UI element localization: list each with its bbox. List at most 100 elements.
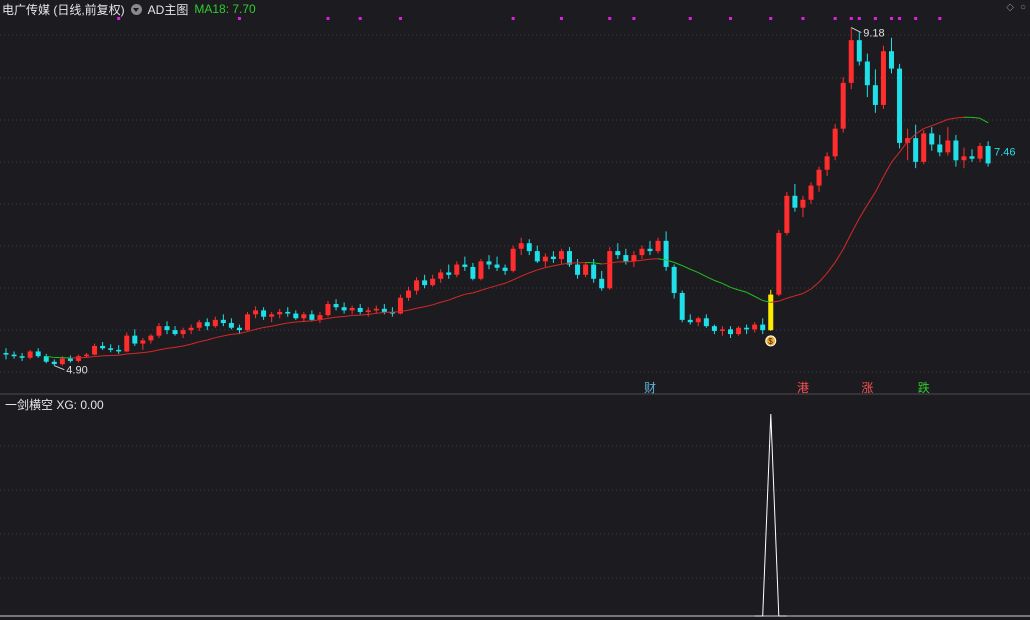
candle-body — [430, 278, 436, 286]
candle-body — [422, 280, 428, 286]
candle-body — [357, 308, 363, 312]
ma-segment — [142, 351, 151, 354]
ma-segment — [971, 116, 981, 119]
event-marker: 跌 — [918, 380, 930, 395]
candle-body — [245, 314, 250, 331]
candle-body — [953, 140, 959, 161]
ma-segment — [166, 346, 176, 349]
signal-dot — [358, 17, 362, 20]
signal-dot — [890, 17, 893, 20]
candle-body — [583, 264, 589, 275]
ma-segment — [891, 151, 900, 163]
signal-dot — [688, 17, 692, 20]
ma-segment — [303, 320, 312, 322]
candle-body — [27, 351, 33, 358]
ma-segment — [850, 218, 860, 234]
ma-segment — [191, 341, 200, 345]
ma-segment — [931, 122, 940, 127]
ma-segment — [698, 272, 707, 278]
candlestick-chart[interactable]: 9.18 4.90 7.46 $ 财 港 涨 跌 — [0, 0, 1030, 620]
candles — [3, 27, 991, 366]
ma-segment — [416, 306, 425, 309]
candle-body — [832, 128, 838, 157]
candle-body — [929, 133, 935, 145]
xg-indicator — [754, 413, 787, 617]
candle-body — [51, 361, 57, 365]
last-price-label: 7.46 — [994, 146, 1015, 158]
ma-segment — [947, 117, 956, 120]
signal-dot — [608, 17, 612, 20]
candle-body — [921, 133, 927, 162]
candle-body — [67, 358, 73, 361]
candle-body — [228, 323, 234, 328]
candle-body — [470, 266, 476, 279]
candle-body — [591, 264, 597, 279]
candle-body — [325, 304, 331, 316]
candle-body — [615, 251, 621, 256]
ma-segment — [553, 263, 562, 267]
ma-segment — [915, 128, 924, 135]
candle-body — [406, 290, 411, 298]
candle-body — [534, 251, 540, 262]
ma-segment — [255, 326, 264, 330]
ma-segment — [939, 118, 949, 124]
candle-body — [454, 264, 460, 275]
ma-segment — [545, 265, 554, 269]
candle-body — [728, 329, 733, 335]
candle-body — [784, 195, 790, 233]
candle-body — [124, 335, 130, 352]
candle-body — [220, 319, 226, 324]
ma-segment — [874, 176, 884, 193]
ma-segment — [722, 282, 731, 288]
high-label: 9.18 — [863, 28, 884, 40]
ma-segment — [521, 272, 530, 277]
candle-body — [486, 261, 492, 265]
ma-segment — [738, 289, 747, 293]
ma-segment — [496, 282, 506, 287]
ma-segment — [802, 288, 812, 294]
candle-body — [945, 140, 951, 153]
ma-segment — [432, 301, 441, 306]
ma-segment — [641, 258, 651, 261]
ma-segment — [360, 313, 369, 316]
candle-body — [164, 326, 170, 331]
candle-body — [816, 169, 822, 186]
ma-segment — [899, 141, 908, 153]
candle-body — [92, 345, 98, 355]
candle-body — [510, 248, 516, 271]
candle-body — [848, 40, 854, 83]
xg-line — [754, 413, 787, 617]
event-markers: 财港涨跌 — [644, 380, 930, 395]
candle-body — [365, 310, 371, 312]
candle-body — [3, 353, 9, 355]
ma-segment — [279, 322, 288, 325]
candle-body — [575, 264, 581, 275]
candle-body — [671, 266, 677, 293]
candle-body — [373, 308, 379, 311]
ma-segment — [424, 304, 433, 308]
signal-dot — [398, 17, 402, 20]
candle-body — [840, 82, 846, 129]
ma-segment — [504, 279, 514, 284]
ma-segment — [858, 204, 868, 219]
candle-body — [502, 267, 508, 271]
ma-segment — [714, 279, 723, 284]
ma-segment — [818, 272, 828, 283]
candle-body — [760, 324, 766, 331]
candle-body — [132, 335, 138, 344]
signal-dot — [117, 17, 121, 20]
candle-body — [309, 314, 315, 320]
ma-segment — [786, 295, 796, 299]
ma-segment — [231, 332, 240, 335]
candle-body — [977, 146, 983, 159]
ma-segment — [295, 320, 304, 323]
candle-body — [204, 322, 210, 327]
ma-segment — [866, 191, 876, 206]
candle-body — [744, 327, 750, 330]
candle-body — [285, 311, 291, 314]
signal-dot — [873, 17, 877, 20]
candle-body — [856, 40, 862, 62]
candle-body — [349, 308, 355, 311]
ma-segment — [207, 337, 216, 341]
candle-body — [59, 358, 65, 365]
